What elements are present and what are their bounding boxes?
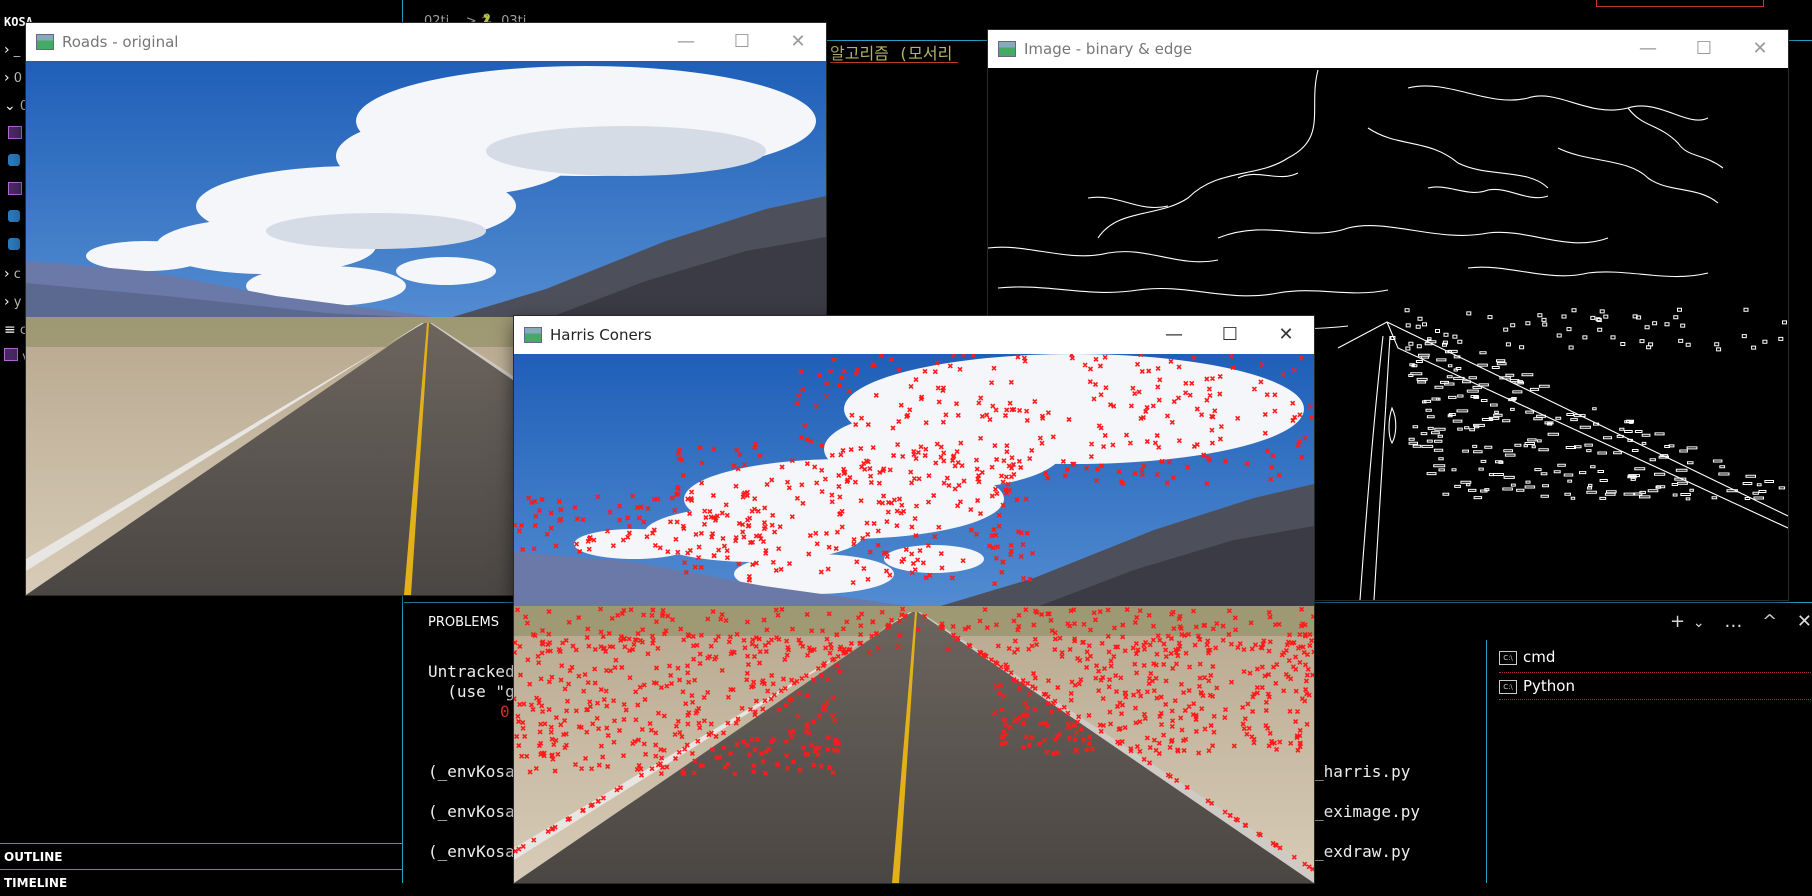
close-panel-icon[interactable]: ✕ [1797, 611, 1812, 632]
close-button[interactable]: ✕ [770, 23, 826, 61]
close-button[interactable]: ✕ [1258, 316, 1314, 354]
tree-item[interactable]: ⌄ 0 [4, 98, 28, 118]
window-titlebar[interactable]: Image - binary & edge — ☐ ✕ [988, 30, 1788, 68]
tree-item[interactable]: › y [4, 294, 21, 314]
terminal-line: (use "g [428, 682, 515, 701]
outline-section-header[interactable]: OUTLINE [0, 843, 402, 869]
minimize-button[interactable]: — [1620, 30, 1676, 68]
terminal-item-python[interactable]: C:\ Python [1499, 672, 1812, 700]
tree-item-label: 0 [13, 71, 23, 86]
python-file-item[interactable] [8, 238, 20, 258]
terminal-line: (_envKosa [428, 762, 515, 781]
terminal-line: (_envKosa [428, 842, 515, 861]
window-title: Image - binary & edge [1024, 40, 1193, 58]
terminal-item-label: Python [1523, 677, 1575, 695]
more-actions-icon[interactable]: … [1724, 611, 1742, 632]
terminal-error-fragment: 0 [500, 702, 510, 721]
tree-item-label: _ [13, 43, 21, 58]
terminal-icon: C:\ [1499, 679, 1517, 694]
terminal-line: _harris.py [1314, 762, 1411, 781]
harris-window[interactable]: Harris Coners — ☐ ✕ [514, 316, 1314, 883]
window-title: Roads - original [62, 33, 179, 51]
terminal-line: _exdraw.py [1314, 842, 1411, 861]
minimize-button[interactable]: — [1146, 316, 1202, 354]
window-titlebar[interactable]: Harris Coners — ☐ ✕ [514, 316, 1314, 354]
minimize-button[interactable]: — [658, 23, 714, 61]
harris-corner-image [514, 354, 1314, 883]
python-file-item[interactable] [8, 154, 20, 174]
python-file-icon [8, 238, 20, 250]
window-titlebar[interactable]: Roads - original — ☐ ✕ [26, 23, 826, 61]
terminal-dropdown-icon[interactable]: ⌄ [1693, 615, 1705, 631]
maximize-panel-icon[interactable]: ^ [1762, 611, 1777, 632]
new-terminal-button[interactable]: + [1670, 611, 1685, 632]
chevron-right-icon: › [4, 42, 10, 58]
tree-item[interactable]: › 0 [4, 70, 22, 90]
maximize-button[interactable]: ☐ [714, 23, 770, 61]
tree-item[interactable]: ≡ c [4, 322, 27, 342]
list-icon: ≡ [4, 322, 16, 338]
tree-item[interactable]: › c [4, 266, 21, 286]
maximize-button[interactable]: ☐ [1202, 316, 1258, 354]
app-icon [36, 34, 54, 50]
timeline-section-header[interactable]: TIMELINE [0, 869, 402, 895]
editor-code-text: 알고리즘 (모서리 [830, 40, 959, 63]
tree-item-label: y [13, 295, 22, 310]
terminal-list: C:\ cmd C:\ Python [1486, 640, 1812, 883]
app-icon [998, 41, 1016, 57]
window-title: Harris Coners [550, 326, 652, 344]
terminal-line: Untracked [428, 662, 515, 681]
image-file-icon [8, 182, 22, 195]
python-file-icon [8, 210, 20, 222]
chevron-right-icon: › [4, 294, 10, 310]
close-button[interactable]: ✕ [1732, 30, 1788, 68]
chevron-down-icon: ⌄ [4, 98, 16, 114]
image-file-icon [8, 126, 22, 139]
terminal-icon: C:\ [1499, 650, 1517, 665]
image-file-item[interactable] [8, 126, 22, 146]
terminal-line: _eximage.py [1314, 802, 1420, 821]
terminal-item-cmd[interactable]: C:\ cmd [1499, 644, 1812, 670]
python-file-item[interactable] [8, 210, 20, 230]
panel-actions: + ⌄ … ^ ✕ [1656, 611, 1812, 632]
image-file-icon [4, 348, 18, 361]
python-file-icon [8, 154, 20, 166]
active-tab-outline [1596, 0, 1764, 7]
tree-item-label: c [13, 267, 21, 282]
chevron-right-icon: › [4, 266, 10, 282]
tree-item[interactable]: › _ [4, 42, 20, 62]
terminal-line: (_envKosa [428, 802, 515, 821]
chevron-right-icon: › [4, 70, 10, 86]
app-icon [524, 327, 542, 343]
terminal-item-label: cmd [1523, 648, 1556, 666]
maximize-button[interactable]: ☐ [1676, 30, 1732, 68]
image-file-item[interactable] [8, 182, 22, 202]
tab-problems[interactable]: PROBLEMS [428, 615, 499, 630]
